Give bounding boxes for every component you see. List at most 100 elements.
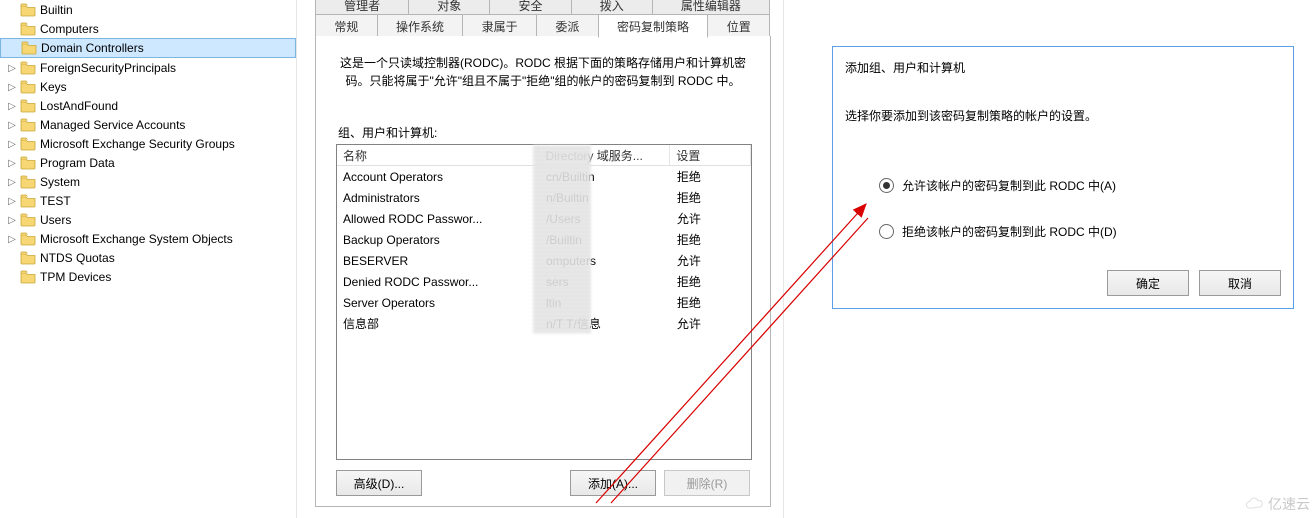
folder-icon — [20, 3, 36, 17]
tab[interactable]: 操作系统 — [377, 14, 464, 38]
col-header-setting[interactable]: 设置 — [670, 145, 751, 165]
remove-button: 删除(R) — [664, 470, 750, 496]
cell-name: Administrators — [337, 191, 540, 205]
dialog-description: 选择你要添加到该密码复制策略的帐户的设置。 — [845, 107, 1097, 124]
radio-allow-label: 允许该帐户的密码复制到此 RODC 中(A) — [902, 177, 1116, 194]
cell-directory: ltin — [540, 296, 671, 310]
folder-icon — [20, 61, 36, 75]
watermark: 亿速云 — [1244, 494, 1310, 514]
tab[interactable]: 隶属于 — [462, 14, 537, 38]
tab-password-replication-policy[interactable]: 密码复制策略 — [598, 14, 709, 38]
policy-description: 这是一个只读域控制器(RODC)。RODC 根据下面的策略存储用户和计算机密码。… — [332, 54, 754, 90]
expander-icon[interactable]: ▷ — [6, 215, 18, 226]
listview-header: 名称 Directory 域服务... 设置 — [337, 145, 751, 166]
expander-icon[interactable]: ▷ — [6, 63, 18, 74]
cell-setting: 拒绝 — [671, 273, 751, 290]
watermark-text: 亿速云 — [1268, 494, 1310, 514]
tree-item[interactable]: ▷ Program Data — [0, 154, 296, 172]
tree-item[interactable]: ▷ System — [0, 173, 296, 191]
cell-name: Denied RODC Passwor... — [337, 275, 540, 289]
tree-item[interactable]: ▷Microsoft Exchange Security Groups — [0, 135, 296, 153]
tree-item[interactable]: Builtin — [0, 1, 296, 19]
folder-icon — [20, 22, 36, 36]
table-row[interactable]: Administratorsn/Builtin拒绝 — [337, 187, 751, 208]
ad-tree: Builtin Computers Domain Controllers▷For… — [0, 0, 297, 518]
tree-item-label: Program Data — [39, 156, 115, 170]
tab[interactable]: 常规 — [315, 14, 378, 38]
table-row[interactable]: Allowed RODC Passwor.../Users允许 — [337, 208, 751, 229]
table-row[interactable]: Denied RODC Passwor...sers拒绝 — [337, 271, 751, 292]
tree-item[interactable]: ▷ TEST — [0, 192, 296, 210]
tree-item-label: TPM Devices — [39, 270, 111, 284]
tabs-row-2: 常规操作系统隶属于委派密码复制策略位置 — [315, 14, 769, 36]
tree-item-label: NTDS Quotas — [39, 251, 115, 265]
cell-directory: sers — [540, 275, 671, 289]
folder-icon — [20, 175, 36, 189]
ok-button[interactable]: 确定 — [1107, 270, 1189, 296]
cell-directory: /Users — [540, 212, 671, 226]
table-row[interactable]: BESERVERomputers允许 — [337, 250, 751, 271]
accounts-listview[interactable]: 名称 Directory 域服务... 设置 Account Operators… — [336, 144, 752, 460]
tab[interactable]: 位置 — [707, 14, 770, 38]
tree-item[interactable]: ▷ForeignSecurityPrincipals — [0, 59, 296, 77]
folder-icon — [20, 213, 36, 227]
radio-allow-indicator — [879, 178, 894, 193]
table-row[interactable]: Backup Operators/Builtin拒绝 — [337, 229, 751, 250]
tree-item-label: LostAndFound — [39, 99, 118, 113]
expander-icon[interactable]: ▷ — [6, 139, 18, 150]
tree-item-label: Users — [39, 213, 71, 227]
tree-item-label: System — [39, 175, 80, 189]
tree-item[interactable]: Computers — [0, 20, 296, 38]
add-button[interactable]: 添加(A)... — [570, 470, 656, 496]
folder-icon — [20, 80, 36, 94]
properties-panel: 管理者对象安全拨入属性编辑器 常规操作系统隶属于委派密码复制策略位置 这是一个只… — [296, 0, 784, 518]
tab[interactable]: 委派 — [536, 14, 599, 38]
cell-setting: 拒绝 — [671, 231, 751, 248]
expander-icon[interactable]: ▷ — [6, 82, 18, 93]
expander-icon[interactable]: ▷ — [6, 177, 18, 188]
tree-item-label: Keys — [39, 80, 67, 94]
radio-deny-indicator — [879, 224, 894, 239]
cancel-button[interactable]: 取消 — [1199, 270, 1281, 296]
radio-allow[interactable]: 允许该帐户的密码复制到此 RODC 中(A) — [879, 175, 1117, 195]
tree-item[interactable]: TPM Devices — [0, 268, 296, 286]
cell-name: BESERVER — [337, 254, 540, 268]
folder-icon — [20, 194, 36, 208]
tree-item-label: Builtin — [39, 3, 73, 17]
tree-item[interactable]: ▷ Keys — [0, 78, 296, 96]
tree-item-label: Computers — [39, 22, 99, 36]
tree-item[interactable]: ▷ LostAndFound — [0, 97, 296, 115]
folder-icon — [20, 270, 36, 284]
table-row[interactable]: 信息部n/T T/信息允许 — [337, 313, 751, 334]
col-header-name[interactable]: 名称 — [337, 145, 539, 165]
expander-icon[interactable]: ▷ — [6, 196, 18, 207]
folder-icon — [20, 251, 36, 265]
tree-item[interactable]: ▷ Users — [0, 211, 296, 229]
properties-body: 这是一个只读域控制器(RODC)。RODC 根据下面的策略存储用户和计算机密码。… — [315, 36, 771, 507]
table-row[interactable]: Account Operatorscn/Builtin拒绝 — [337, 166, 751, 187]
expander-icon[interactable]: ▷ — [6, 120, 18, 131]
table-row[interactable]: Server Operatorsltin拒绝 — [337, 292, 751, 313]
cell-setting: 允许 — [671, 315, 751, 332]
tree-item[interactable]: ▷ Microsoft Exchange System Objects — [0, 230, 296, 248]
folder-icon — [20, 118, 36, 132]
advanced-button[interactable]: 高级(D)... — [336, 470, 422, 496]
dialog-title: 添加组、用户和计算机 — [845, 59, 965, 76]
tree-item[interactable]: NTDS Quotas — [0, 249, 296, 267]
folder-icon — [20, 232, 36, 246]
radio-deny[interactable]: 拒绝该帐户的密码复制到此 RODC 中(D) — [879, 221, 1117, 241]
col-header-directory[interactable]: Directory 域服务... — [539, 145, 670, 165]
tree-item[interactable]: ▷Managed Service Accounts — [0, 116, 296, 134]
cell-directory: cn/Builtin — [540, 170, 671, 184]
tree-item[interactable]: Domain Controllers — [0, 38, 296, 58]
tree-item-label: Microsoft Exchange System Objects — [39, 232, 233, 246]
cell-directory: n/T T/信息 — [540, 315, 671, 332]
cell-name: Server Operators — [337, 296, 540, 310]
expander-icon[interactable]: ▷ — [6, 101, 18, 112]
cell-directory: /Builtin — [540, 233, 671, 247]
add-account-dialog: 添加组、用户和计算机 选择你要添加到该密码复制策略的帐户的设置。 允许该帐户的密… — [832, 46, 1294, 309]
expander-icon[interactable]: ▷ — [6, 234, 18, 245]
expander-icon[interactable]: ▷ — [6, 158, 18, 169]
tree-item-label: TEST — [39, 194, 71, 208]
cell-setting: 拒绝 — [671, 294, 751, 311]
